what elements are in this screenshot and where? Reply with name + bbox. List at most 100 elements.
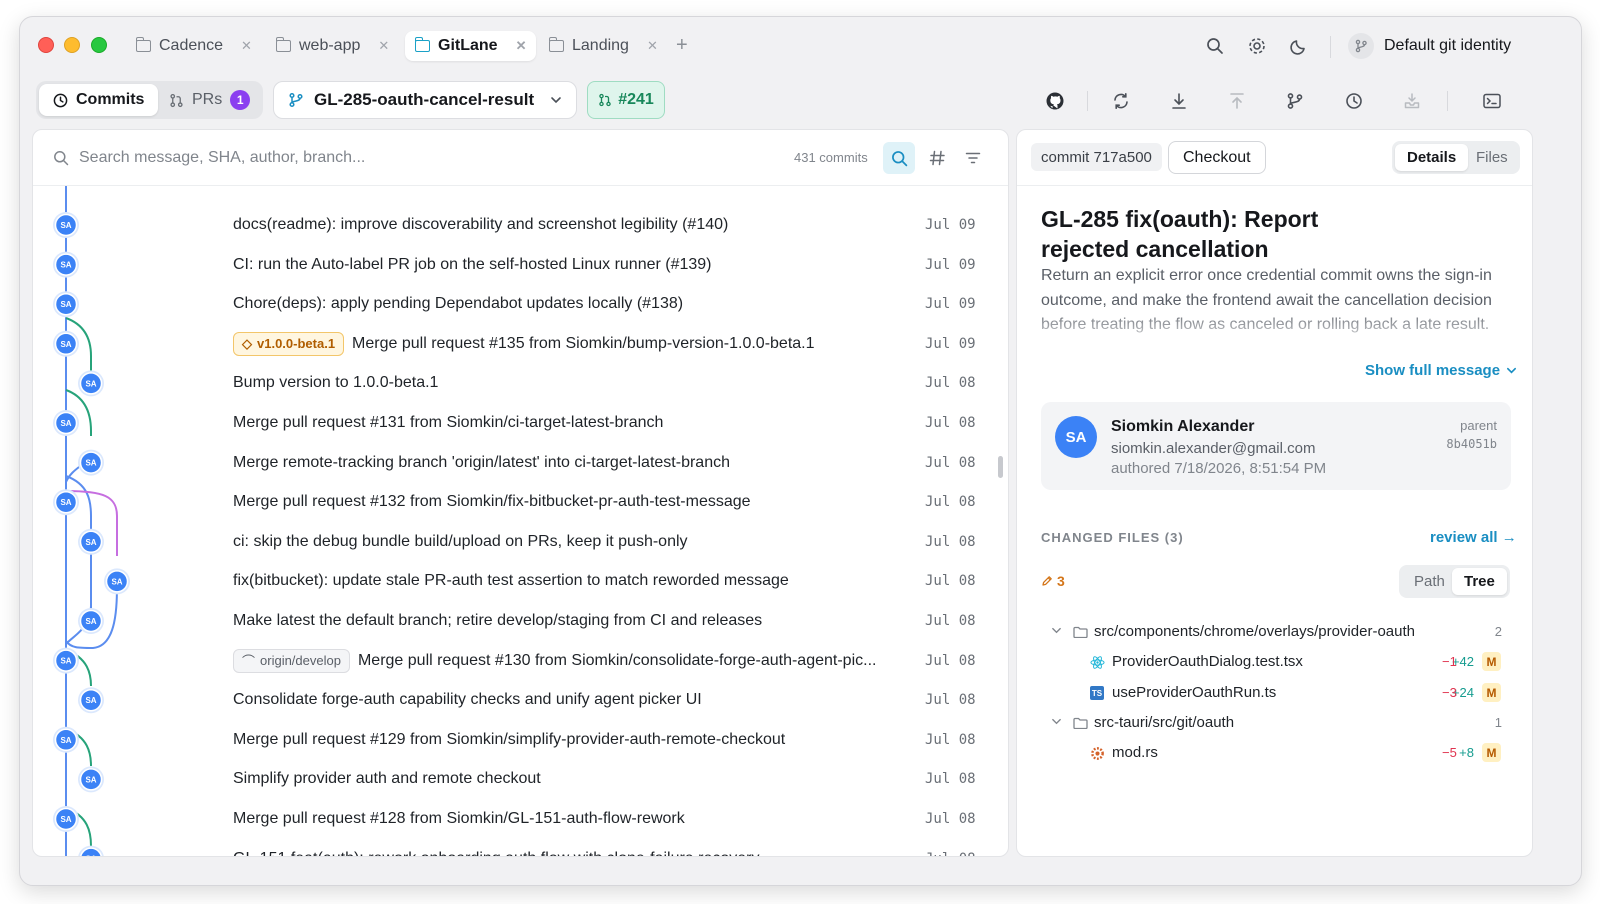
search-icon <box>54 151 69 166</box>
folder-icon <box>135 37 151 52</box>
commit-date: Jul 08 <box>925 415 976 431</box>
commit-message-text: ci: skip the debug bundle build/upload o… <box>233 532 688 550</box>
history-icon[interactable] <box>1342 89 1366 113</box>
commit-row[interactable]: Merge pull request #129 from Siomkin/sim… <box>33 721 993 759</box>
prs-tab[interactable]: PRs 1 <box>155 84 264 116</box>
commit-search-input[interactable] <box>79 142 769 174</box>
stash-icon[interactable] <box>1400 89 1424 113</box>
commit-row[interactable]: Merge remote-tracking branch 'origin/lat… <box>33 444 993 482</box>
commits-tab[interactable]: Commits <box>39 84 159 116</box>
tab-label: Landing <box>572 37 629 54</box>
commit-row[interactable]: Chore(deps): apply pending Dependabot up… <box>33 285 993 323</box>
commit-message: docs(readme): improve discoverability an… <box>233 206 728 244</box>
author-name: Siomkin Alexander <box>1111 418 1255 435</box>
tab-landing[interactable]: Landing ✕ <box>539 31 668 61</box>
terminal-icon[interactable] <box>1480 89 1504 113</box>
react-icon <box>1089 654 1105 670</box>
close-tab-icon[interactable]: ✕ <box>516 38 527 54</box>
typescript-icon: TS <box>1089 685 1105 701</box>
commit-message: ci: skip the debug bundle build/upload o… <box>233 523 688 561</box>
close-window-button[interactable] <box>38 37 54 53</box>
git-identity-button[interactable]: Default git identity <box>1348 30 1511 62</box>
new-tab-plus-icon[interactable]: + <box>676 34 688 57</box>
commit-row[interactable]: Merge pull request #131 from Siomkin/ci-… <box>33 404 993 442</box>
commit-row[interactable]: Merge pull request #132 from Siomkin/fix… <box>33 483 993 521</box>
filter-toggle[interactable] <box>957 142 989 174</box>
commit-row[interactable]: ci: skip the debug bundle build/upload o… <box>33 523 993 561</box>
tree-folder-row[interactable]: src/components/chrome/overlays/provider-… <box>1017 617 1532 647</box>
parent-sha-link[interactable]: 8b4051b <box>1446 437 1497 451</box>
tab-web-app[interactable]: web-app ✕ <box>266 31 399 61</box>
zoom-window-button[interactable] <box>91 37 107 53</box>
commit-row[interactable]: ⌒ origin/develop Merge pull request #130 f… <box>33 642 993 680</box>
commit-detail-panel: commit 717a500 Checkout Details Files GL… <box>1016 129 1533 857</box>
minimize-window-button[interactable] <box>64 37 80 53</box>
pull-download-icon[interactable] <box>1167 89 1191 113</box>
deletions-count: −3 <box>1442 685 1457 700</box>
commit-sha-chip[interactable]: commit 717a500 <box>1031 143 1162 171</box>
review-all-link[interactable]: review all → <box>1430 529 1517 546</box>
github-icon[interactable] <box>1043 89 1067 113</box>
commit-row[interactable]: docs(readme): improve discoverability an… <box>33 206 993 244</box>
close-tab-icon[interactable]: ✕ <box>241 38 252 54</box>
commit-count: 431 commits <box>794 150 868 165</box>
commit-row[interactable]: GL-151 feat(auth): rework onboarding aut… <box>33 840 993 856</box>
commit-date: Jul 08 <box>925 840 976 856</box>
tree-file-row[interactable]: mod.rs +8 −5 M <box>1017 738 1532 768</box>
hash-icon <box>929 150 945 166</box>
gear-icon[interactable] <box>1246 35 1268 57</box>
folder-icon <box>1073 717 1088 729</box>
commit-message-text: fix(bitbucket): update stale PR-auth tes… <box>233 572 789 590</box>
commit-row[interactable]: fix(bitbucket): update stale PR-auth tes… <box>33 562 993 600</box>
commit-date: Jul 08 <box>925 375 976 392</box>
file-name: mod.rs <box>1112 744 1158 761</box>
commit-message: Merge remote-tracking branch 'origin/lat… <box>233 444 730 482</box>
details-tab[interactable]: Details <box>1395 144 1469 171</box>
tree-folder-row[interactable]: src-tauri/src/git/oauth 1 <box>1017 708 1532 738</box>
sha-search-toggle[interactable] <box>921 142 953 174</box>
close-tab-icon[interactable]: ✕ <box>647 38 658 54</box>
search-icon[interactable] <box>1204 35 1226 57</box>
commit-message-text: Merge remote-tracking branch 'origin/lat… <box>233 453 730 471</box>
close-tab-icon[interactable]: ✕ <box>378 38 389 54</box>
pr-link-button[interactable]: #241 <box>587 81 665 119</box>
tree-file-row[interactable]: TS useProviderOauthRun.ts +24 −3 M <box>1017 678 1532 708</box>
refresh-icon[interactable] <box>1109 89 1133 113</box>
files-tab[interactable]: Files <box>1464 144 1520 171</box>
divider <box>1330 36 1331 58</box>
commit-date: Jul 08 <box>925 454 976 471</box>
branch-selector[interactable]: GL-285-oauth-cancel-result <box>273 81 577 119</box>
version-tag-badge[interactable]: ◇ v1.0.0-beta.1 <box>233 331 345 356</box>
commit-row[interactable]: Consolidate forge-auth capability checks… <box>33 681 993 719</box>
commit-date: Jul 08 <box>925 771 976 788</box>
show-full-message-link[interactable]: Show full message <box>1365 362 1517 379</box>
message-search-toggle[interactable] <box>883 142 915 174</box>
tree-file-row[interactable]: ProviderOauthDialog.test.tsx +42 −1 M <box>1017 647 1532 677</box>
tag-label: v1.0.0-beta.1 <box>257 336 336 352</box>
path-view-button[interactable]: Path <box>1402 568 1457 595</box>
push-upload-icon[interactable] <box>1225 89 1249 113</box>
tab-cadence[interactable]: Cadence ✕ <box>126 31 262 61</box>
remote-branch-badge[interactable]: ⌒ origin/develop <box>233 648 350 673</box>
branch-icon[interactable] <box>1283 89 1307 113</box>
commit-row[interactable]: Simplify provider auth and remote checko… <box>33 760 993 798</box>
tab-gitlane[interactable]: GitLane ✕ <box>405 31 537 61</box>
scrollbar-thumb[interactable] <box>998 456 1003 478</box>
commit-message: Chore(deps): apply pending Dependabot up… <box>233 285 683 323</box>
view-toggle: Commits PRs 1 <box>36 81 263 119</box>
commit-row[interactable]: Bump version to 1.0.0-beta.1 Jul 08 <box>33 364 993 402</box>
commit-row[interactable]: CI: run the Auto-label PR job on the sel… <box>33 246 993 284</box>
commit-row[interactable]: ◇ v1.0.0-beta.1 Merge pull request #135 fr… <box>33 325 993 363</box>
additions-count: +8 <box>1459 745 1474 760</box>
app-window: Cadence ✕ web-app ✕ GitLane ✕ Landing ✕ … <box>19 16 1582 886</box>
divider <box>1447 91 1448 111</box>
checkout-button[interactable]: Checkout <box>1168 141 1266 174</box>
moon-icon[interactable] <box>1288 35 1310 57</box>
author-card: SA Siomkin Alexander siomkin.alexander@g… <box>1041 402 1511 490</box>
commit-row[interactable]: Make latest the default branch; retire d… <box>33 602 993 640</box>
commit-message: Bump version to 1.0.0-beta.1 <box>233 364 438 402</box>
deletions-count: −5 <box>1442 745 1457 760</box>
tree-view-button[interactable]: Tree <box>1452 568 1507 595</box>
commit-date: Jul 09 <box>925 296 976 313</box>
commit-row[interactable]: Merge pull request #128 from Siomkin/GL-… <box>33 800 993 838</box>
